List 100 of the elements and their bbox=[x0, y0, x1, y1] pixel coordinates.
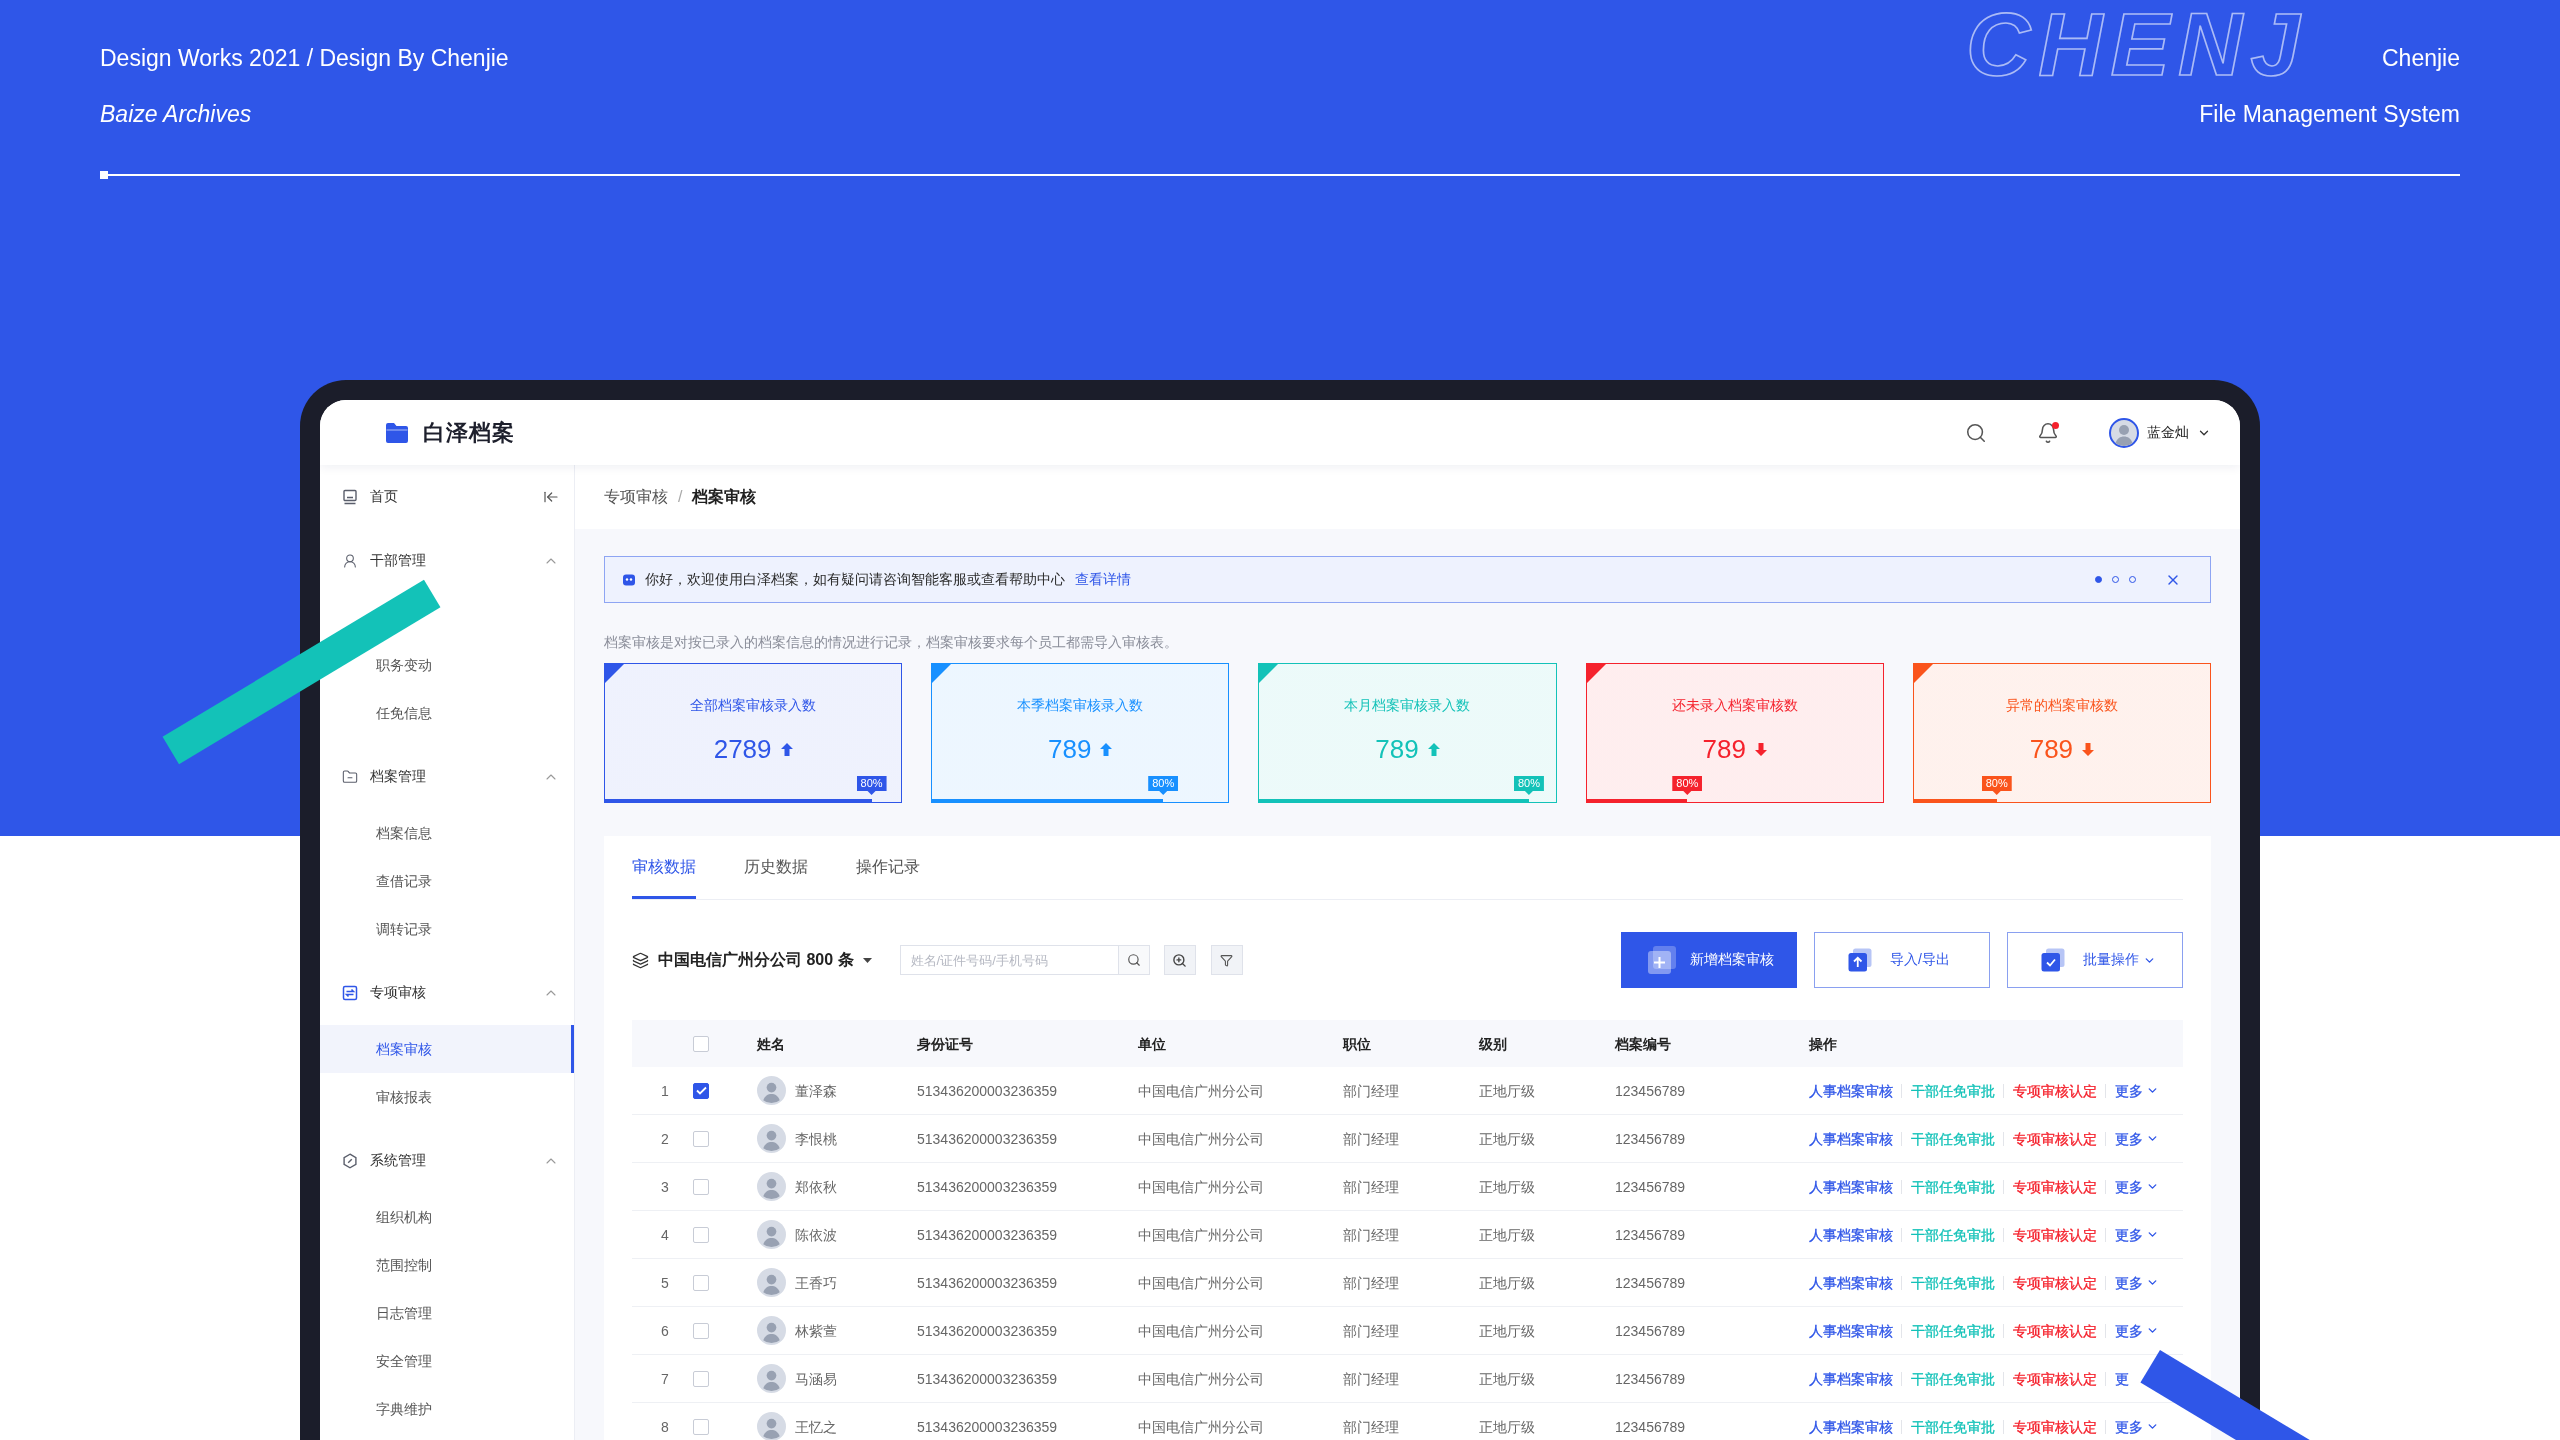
sidebar-item[interactable]: 档案信息 bbox=[376, 823, 432, 843]
action-link[interactable]: 更多 bbox=[2115, 1176, 2159, 1197]
sidebar-group[interactable]: 系统管理 bbox=[320, 1137, 574, 1185]
action-link[interactable]: 专项审核认定 bbox=[2013, 1320, 2097, 1341]
progress-tooltip: 80% bbox=[1148, 776, 1179, 795]
details-link[interactable]: 查看详情 bbox=[1075, 570, 1131, 589]
sidebar-item[interactable]: 调转记录 bbox=[376, 919, 432, 939]
sidebar-item[interactable]: 范围控制 bbox=[376, 1255, 432, 1275]
check-icon bbox=[2041, 948, 2065, 972]
select-all-checkbox[interactable] bbox=[693, 1035, 709, 1052]
id-number: 513436200003236359 bbox=[917, 1225, 1058, 1245]
row-number: 5 bbox=[661, 1273, 669, 1293]
action-link[interactable]: 专项审核认定 bbox=[2013, 1368, 2097, 1389]
action-link[interactable]: 专项审核认定 bbox=[2013, 1416, 2097, 1437]
stat-title: 还未录入档案审核数 bbox=[1671, 696, 1798, 715]
action-link[interactable]: 更多 bbox=[2115, 1224, 2159, 1245]
tab[interactable]: 操作记录 bbox=[856, 836, 920, 899]
id-number: 513436200003236359 bbox=[917, 1081, 1058, 1101]
tab[interactable]: 审核数据 bbox=[632, 836, 696, 899]
sidebar-item[interactable]: 档案审核 bbox=[320, 1025, 574, 1073]
action-link[interactable]: 专项审核认定 bbox=[2013, 1272, 2097, 1293]
position-name: 部门经理 bbox=[1343, 1129, 1399, 1149]
action-link[interactable]: 人事档案审核 bbox=[1809, 1416, 1893, 1437]
file-number: 123456789 bbox=[1615, 1273, 1686, 1293]
monitor-icon bbox=[342, 489, 358, 505]
action-link[interactable]: 人事档案审核 bbox=[1809, 1176, 1893, 1197]
action-link[interactable]: 更多 bbox=[2115, 1128, 2159, 1149]
action-button[interactable]: 导入/导出 bbox=[1814, 932, 1990, 988]
search-icon bbox=[1126, 953, 1141, 967]
action-button[interactable]: 新增档案审核 bbox=[1621, 932, 1797, 988]
unit-name: 中国电信广州分公司 bbox=[1138, 1225, 1264, 1245]
sidebar-item[interactable]: 字典维护 bbox=[376, 1399, 432, 1419]
sidebar-item[interactable]: 任免信息 bbox=[376, 703, 432, 723]
sidebar-item[interactable]: 查借记录 bbox=[376, 871, 432, 891]
file-number: 123456789 bbox=[1615, 1321, 1686, 1341]
action-link[interactable]: 更多 bbox=[2115, 1272, 2159, 1293]
breadcrumb-link[interactable]: 专项审核 bbox=[604, 486, 668, 508]
action-button[interactable]: 批量操作 bbox=[2007, 932, 2183, 988]
action-link[interactable]: 更 bbox=[2115, 1368, 2129, 1389]
filter-icon bbox=[1220, 953, 1234, 967]
search-button[interactable] bbox=[1117, 945, 1150, 975]
file-number: 123456789 bbox=[1615, 1129, 1686, 1149]
layers-icon bbox=[632, 951, 649, 969]
action-link[interactable]: 更多 bbox=[2115, 1320, 2159, 1341]
action-link[interactable]: 专项审核认定 bbox=[2013, 1176, 2097, 1197]
column-header: 职位 bbox=[1343, 1034, 1371, 1054]
id-number: 513436200003236359 bbox=[917, 1129, 1058, 1149]
filter-button[interactable] bbox=[1210, 945, 1243, 975]
user-icon bbox=[342, 553, 358, 569]
pager-dot[interactable] bbox=[2095, 576, 2102, 583]
rank-name: 正地厅级 bbox=[1479, 1081, 1535, 1101]
action-link[interactable]: 人事档案审核 bbox=[1809, 1368, 1893, 1389]
zoom-button[interactable] bbox=[1163, 945, 1196, 975]
action-link[interactable]: 人事档案审核 bbox=[1809, 1128, 1893, 1149]
org-selector[interactable]: 中国电信广州分公司 800 条 bbox=[632, 949, 872, 971]
unit-name: 中国电信广州分公司 bbox=[1138, 1273, 1264, 1293]
sidebar-group[interactable]: 干部管理 bbox=[320, 537, 574, 585]
project-name: Baize Archives bbox=[100, 100, 252, 128]
column-header: 档案编号 bbox=[1615, 1034, 1671, 1054]
sidebar-item[interactable]: 职务变动 bbox=[376, 655, 432, 675]
column-header: 姓名 bbox=[757, 1034, 785, 1054]
action-link[interactable]: 人事档案审核 bbox=[1809, 1080, 1893, 1101]
breadcrumb-current[interactable]: 档案审核 bbox=[692, 486, 757, 508]
unit-name: 中国电信广州分公司 bbox=[1138, 1129, 1264, 1149]
stat-title: 本季档案审核录入数 bbox=[1017, 696, 1144, 715]
swap-icon bbox=[342, 985, 358, 1001]
backdrop-lettering: CHENJ bbox=[1966, 0, 2309, 89]
action-link[interactable]: 更多 bbox=[2115, 1416, 2159, 1437]
unit-name: 中国电信广州分公司 bbox=[1138, 1369, 1264, 1389]
zoom-in-icon bbox=[1172, 952, 1188, 968]
search-field[interactable]: 姓名/证件号码/手机号码 bbox=[899, 945, 1118, 975]
sidebar-item[interactable]: 首页 bbox=[342, 488, 398, 506]
action-link[interactable]: 更多 bbox=[2115, 1080, 2159, 1101]
user-menu[interactable]: 蓝金灿 bbox=[2109, 417, 2211, 448]
sidebar-group[interactable]: 专项审核 bbox=[320, 969, 574, 1017]
sidebar-item[interactable]: 安全管理 bbox=[376, 1351, 432, 1371]
sidebar-group[interactable]: 档案管理 bbox=[320, 753, 574, 801]
row-checkbox[interactable] bbox=[693, 1082, 709, 1099]
action-link[interactable]: 专项审核认定 bbox=[2013, 1224, 2097, 1245]
action-link[interactable]: 专项审核认定 bbox=[2013, 1080, 2097, 1101]
collapse-icon[interactable] bbox=[543, 489, 559, 505]
sidebar-item[interactable]: 日志管理 bbox=[376, 1303, 432, 1323]
rank-name: 正地厅级 bbox=[1479, 1321, 1535, 1341]
position-name: 部门经理 bbox=[1343, 1273, 1399, 1293]
action-link[interactable]: 专项审核认定 bbox=[2013, 1128, 2097, 1149]
sidebar-item[interactable]: 审核报表 bbox=[376, 1087, 432, 1107]
unit-name: 中国电信广州分公司 bbox=[1138, 1081, 1264, 1101]
action-link[interactable]: 人事档案审核 bbox=[1809, 1320, 1893, 1341]
sidebar-item[interactable]: 组织机构 bbox=[376, 1207, 432, 1227]
action-link[interactable]: 人事档案审核 bbox=[1809, 1272, 1893, 1293]
page-title: Design Works 2021 / Design By Chenjie bbox=[100, 44, 509, 72]
description-text: 档案审核是对按已录入的档案信息的情况进行记录，档案审核要求每个员工都需导入审核表。 bbox=[604, 633, 1179, 652]
tab[interactable]: 历史数据 bbox=[744, 836, 808, 899]
bell-icon[interactable] bbox=[2037, 421, 2059, 444]
system-name: File Management System bbox=[2199, 100, 2460, 128]
avatar bbox=[757, 1316, 786, 1345]
file-number: 123456789 bbox=[1615, 1369, 1686, 1389]
search-icon[interactable] bbox=[1965, 421, 1987, 444]
notice-text: 你好，欢迎使用白泽档案，如有疑问请咨询智能客服或查看帮助中心 bbox=[645, 570, 1065, 589]
action-link[interactable]: 人事档案审核 bbox=[1809, 1224, 1893, 1245]
